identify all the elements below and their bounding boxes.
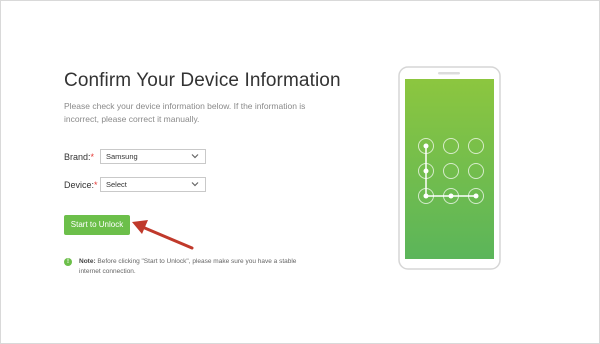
brand-select-value: Samsung	[106, 152, 138, 161]
brand-label: Brand:*	[64, 152, 94, 162]
page-description: Please check your device information bel…	[64, 101, 306, 124]
chevron-down-icon	[191, 154, 199, 159]
red-arrow-annotation	[132, 220, 194, 250]
chevron-down-icon	[191, 182, 199, 187]
device-label: Device:*	[64, 180, 98, 190]
info-icon: !	[64, 258, 72, 266]
page-frame	[0, 0, 600, 344]
brand-label-text: Brand:	[64, 152, 91, 162]
required-mark: *	[90, 152, 95, 162]
page-title: Confirm Your Device Information	[64, 70, 341, 91]
device-label-text: Device:	[64, 180, 95, 190]
required-mark: *	[94, 180, 98, 190]
note-body: Before clicking "Start to Unlock", pleas…	[79, 258, 297, 275]
device-select-value: Select	[106, 180, 127, 189]
brand-select[interactable]: Samsung	[100, 149, 206, 164]
device-select[interactable]: Select	[100, 177, 206, 192]
note-text: Note: Before clicking "Start to Unlock",…	[79, 257, 319, 277]
note-prefix: Note:	[79, 258, 96, 265]
phone-illustration	[398, 66, 501, 270]
start-unlock-button[interactable]: Start to Unlock	[64, 215, 130, 235]
